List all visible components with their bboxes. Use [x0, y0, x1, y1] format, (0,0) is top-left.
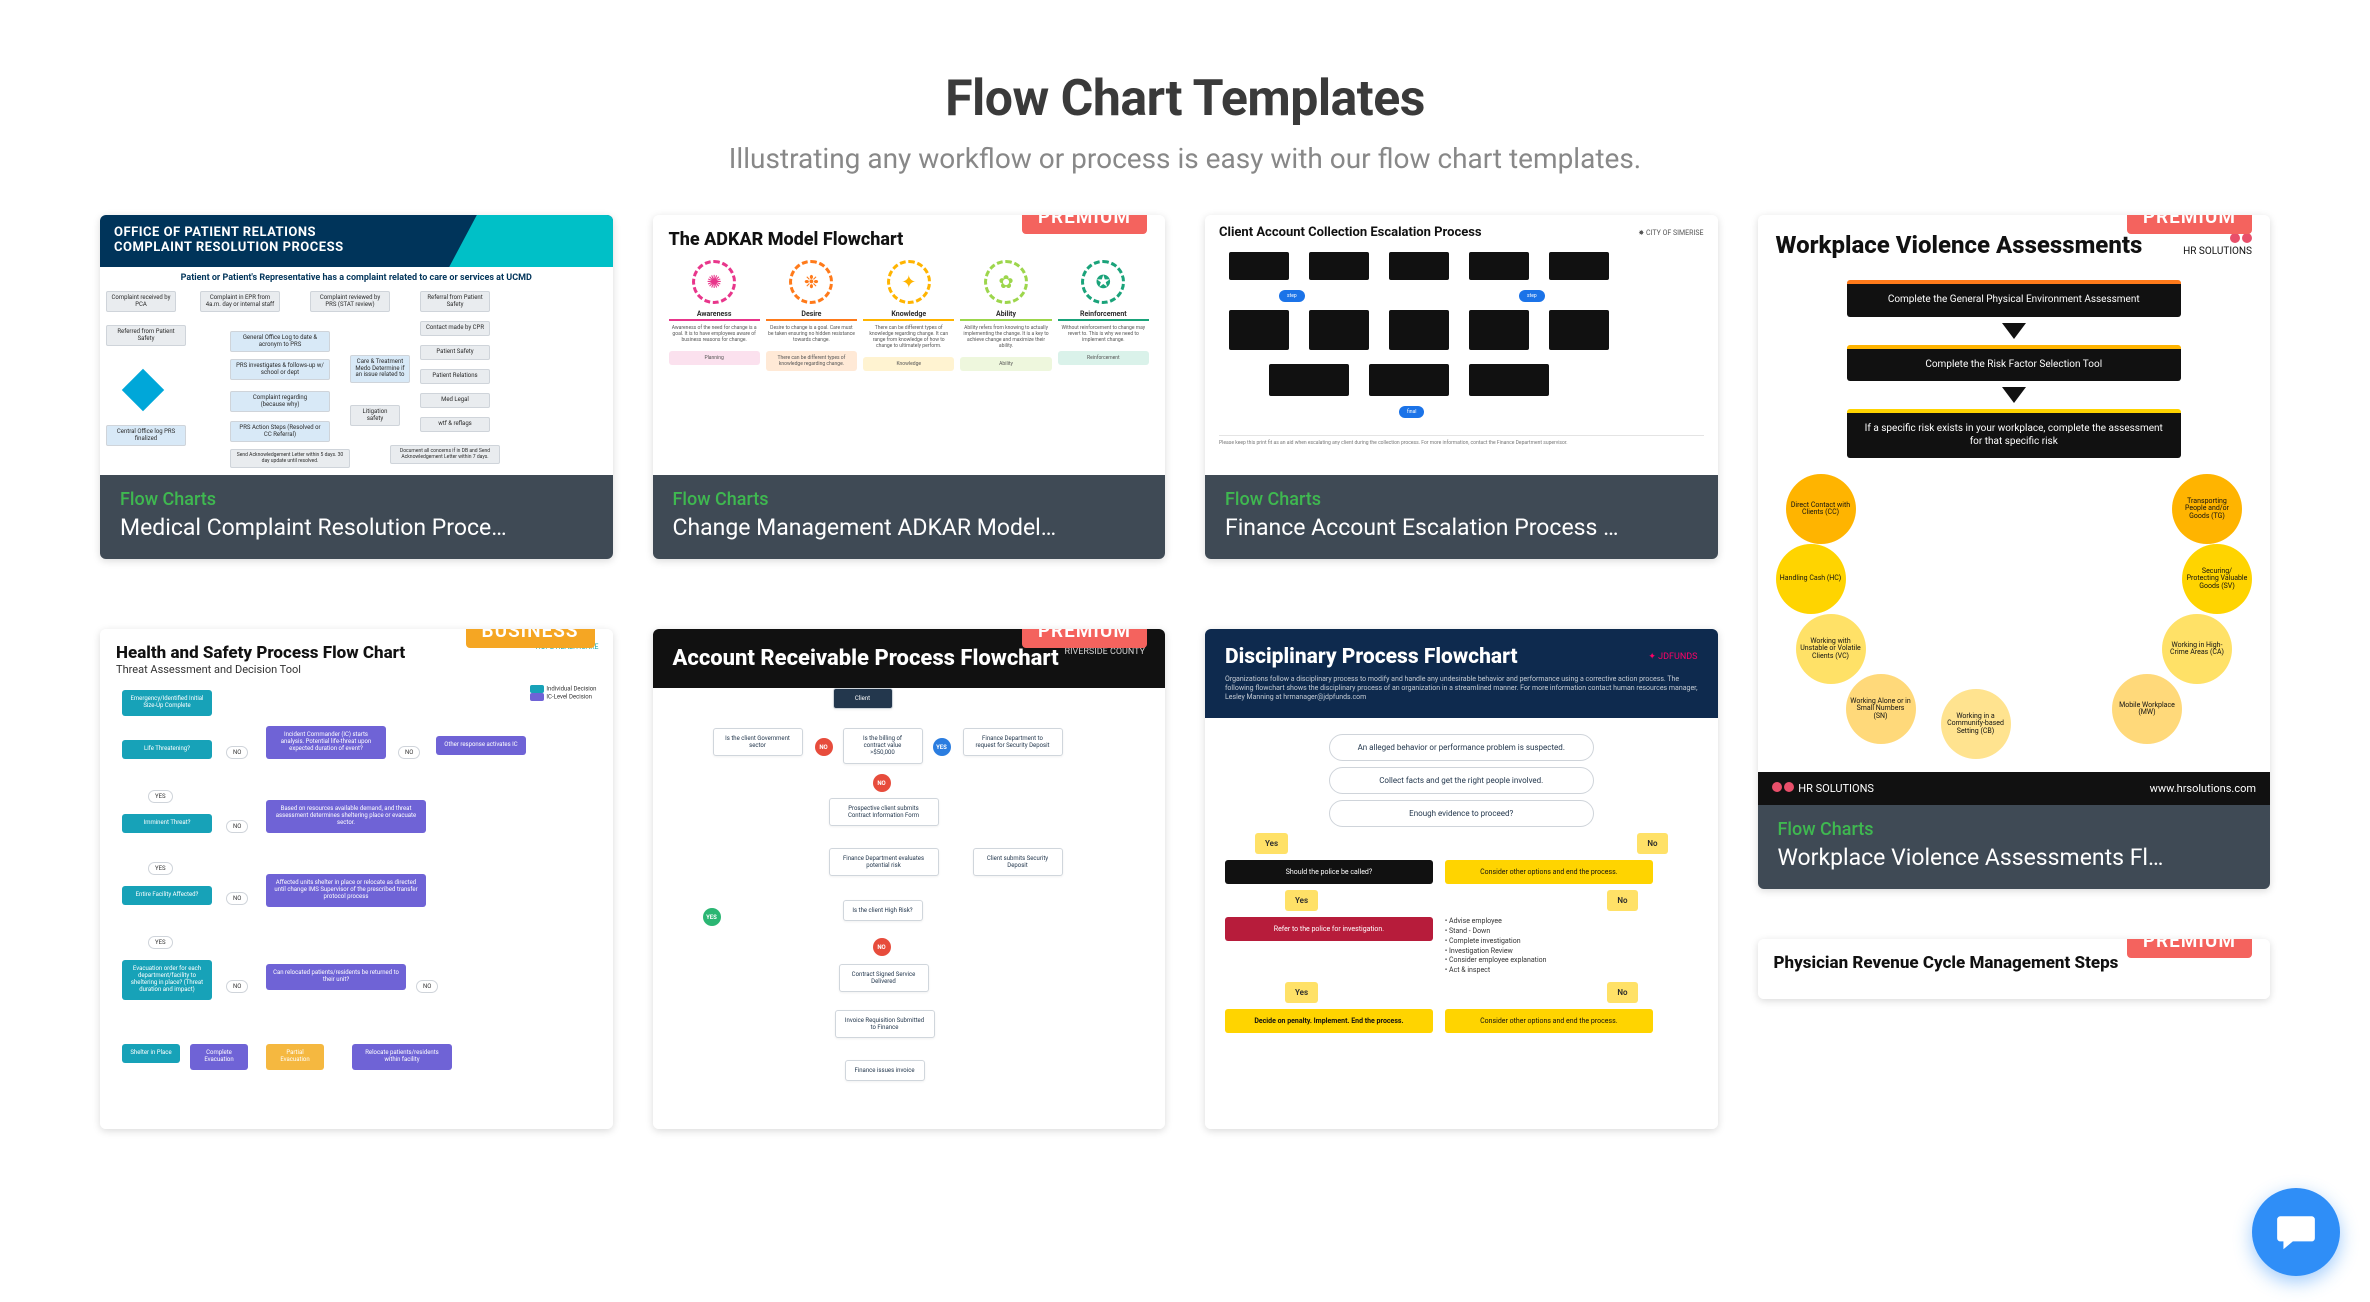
- thumb-subtitle: Threat Assessment and Decision Tool: [116, 663, 597, 676]
- template-card-physician-revenue[interactable]: PREMIUM Physician Revenue Cycle Manageme…: [1758, 939, 2271, 999]
- thumb-heading-2: COMPLAINT RESOLUTION PROCESS: [114, 240, 344, 255]
- template-card-disciplinary[interactable]: Disciplinary Process Flowchart ✦ JDFUNDS…: [1205, 629, 1718, 1129]
- template-caption: Flow Charts Finance Account Escalation P…: [1205, 475, 1718, 559]
- grid-col-1: OFFICE OF PATIENT RELATIONSCOMPLAINT RES…: [100, 215, 613, 1129]
- grid-col-4: PREMIUM Workplace Violence Assessments H…: [1758, 215, 2271, 999]
- thumb-body: Emergency/Identified Initial Size-Up Com…: [116, 684, 597, 1104]
- chat-icon: [2274, 1210, 2318, 1254]
- thumb-title: Disciplinary Process Flowchart: [1225, 645, 1518, 669]
- thumb-body: An alleged behavior or performance probl…: [1205, 718, 1718, 1118]
- template-card-workplace-violence[interactable]: PREMIUM Workplace Violence Assessments H…: [1758, 215, 2271, 889]
- template-thumb: Workplace Violence Assessments HR SOLUTI…: [1758, 215, 2271, 805]
- template-thumb: OFFICE OF PATIENT RELATIONSCOMPLAINT RES…: [100, 215, 613, 475]
- page-header: Flow Chart Templates Illustrating any wo…: [0, 0, 2370, 215]
- thumb-title: Account Receivable Process Flowchart: [673, 647, 1059, 670]
- template-card-finance-escalation[interactable]: Client Account Collection Escalation Pro…: [1205, 215, 1718, 559]
- template-thumb: Disciplinary Process Flowchart ✦ JDFUNDS…: [1205, 629, 1718, 1129]
- template-thumb: Account Receivable Process Flowchart RIVE…: [653, 629, 1166, 1129]
- thumb-body: Client Is the client Government sector N…: [653, 688, 1166, 1098]
- thumb-brand: JDFUNDS: [1658, 652, 1697, 662]
- template-category: Flow Charts: [1225, 489, 1698, 510]
- template-caption: Flow Charts Medical Complaint Resolution…: [100, 475, 613, 559]
- premium-badge: PREMIUM: [1022, 629, 1147, 648]
- page-title: Flow Chart Templates: [0, 70, 2370, 128]
- thumb-title: Workplace Violence Assessments: [1776, 233, 2143, 258]
- template-title: Change Management ADKAR Model…: [673, 514, 1146, 541]
- page-subtitle: Illustrating any workflow or process is …: [0, 142, 2370, 175]
- template-grid: OFFICE OF PATIENT RELATIONSCOMPLAINT RES…: [0, 215, 2370, 1129]
- adkar-row: ✺AwarenessAwareness of the need for chan…: [669, 260, 1150, 371]
- chat-launcher-button[interactable]: [2252, 1188, 2340, 1276]
- template-caption: Flow Charts Change Management ADKAR Mode…: [653, 475, 1166, 559]
- business-badge: BUSINESS: [466, 629, 595, 648]
- thumb-ring: Direct Contact with Clients (CC) Handlin…: [1776, 474, 2253, 754]
- thumb-brand: CITY OF SIMERISE: [1646, 229, 1703, 237]
- premium-badge: PREMIUM: [1022, 215, 1147, 234]
- thumb-brand: HR SOLUTIONS: [2183, 233, 2252, 257]
- grid-col-3: Client Account Collection Escalation Pro…: [1205, 215, 1718, 1129]
- premium-badge: PREMIUM: [2127, 939, 2252, 958]
- template-thumb: Client Account Collection Escalation Pro…: [1205, 215, 1718, 475]
- template-category: Flow Charts: [673, 489, 1146, 510]
- template-title: Medical Complaint Resolution Proce…: [120, 514, 593, 541]
- template-caption: Flow Charts Workplace Violence Assessmen…: [1758, 805, 2271, 889]
- thumb-footer: HR SOLUTIONS www.hrsolutions.com: [1758, 772, 2271, 805]
- template-thumb: The ADKAR Model Flowchart ✺AwarenessAwar…: [653, 215, 1166, 475]
- template-card-medical-complaint[interactable]: OFFICE OF PATIENT RELATIONSCOMPLAINT RES…: [100, 215, 613, 559]
- template-title: Workplace Violence Assessments Fl…: [1778, 844, 2251, 871]
- thumb-steps: Complete the General Physical Environmen…: [1776, 280, 2253, 458]
- thumb-brand: RIVERSIDE COUNTY: [1065, 647, 1145, 657]
- grid-col-2: PREMIUM The ADKAR Model Flowchart ✺Aware…: [653, 215, 1166, 1129]
- premium-badge: PREMIUM: [2127, 215, 2252, 234]
- thumb-heading-1: OFFICE OF PATIENT RELATIONS: [114, 225, 316, 240]
- template-card-adkar[interactable]: PREMIUM The ADKAR Model Flowchart ✺Aware…: [653, 215, 1166, 559]
- thumb-body: Complaint received by PCA Complaint in E…: [100, 285, 613, 465]
- thumb-body: step step final Please keep this print f…: [1219, 246, 1704, 446]
- thumb-intro: Organizations follow a disciplinary proc…: [1225, 675, 1698, 702]
- template-card-account-receivable[interactable]: PREMIUM Account Receivable Process Flowc…: [653, 629, 1166, 1129]
- thumb-title: Client Account Collection Escalation Pro…: [1219, 225, 1482, 240]
- template-category: Flow Charts: [120, 489, 593, 510]
- template-category: Flow Charts: [1778, 819, 2251, 840]
- template-title: Finance Account Escalation Process …: [1225, 514, 1698, 541]
- template-thumb: Health and Safety Process Flow Chart Thr…: [100, 629, 613, 1129]
- thumb-subtext: Patient or Patient's Representative has …: [100, 267, 613, 285]
- template-card-health-safety[interactable]: BUSINESS Health and Safety Process Flow …: [100, 629, 613, 1129]
